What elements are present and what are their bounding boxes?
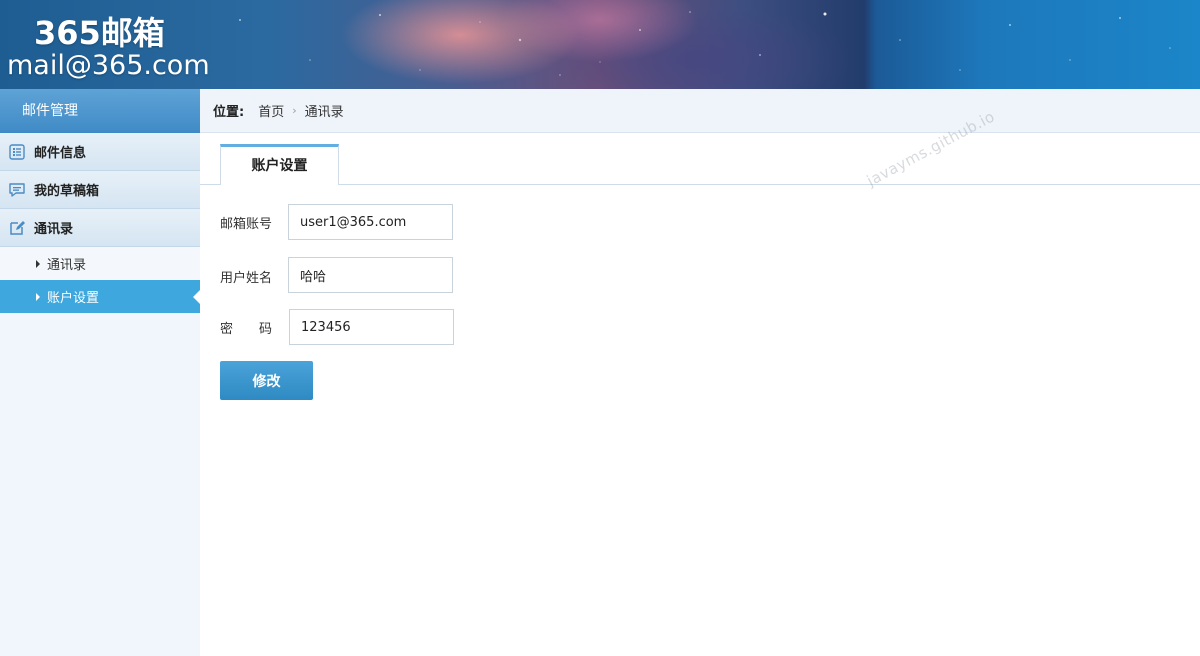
username-label: 用户姓名	[220, 271, 273, 286]
tab-divider	[200, 184, 1200, 185]
logo-title: 365邮箱	[34, 14, 165, 52]
breadcrumb-label: 位置:	[213, 105, 245, 120]
sidebar-group-contacts[interactable]: 通讯录	[0, 209, 200, 247]
sidebar-item-contacts[interactable]: 通讯录	[0, 247, 200, 280]
password-label: 密 码	[220, 322, 273, 337]
username-input[interactable]	[288, 257, 453, 293]
breadcrumb-home[interactable]: 首页	[258, 101, 284, 120]
email-account-input[interactable]	[288, 204, 453, 240]
sidebar-group-label: 我的草稿箱	[34, 184, 100, 199]
modify-button[interactable]: 修改	[220, 361, 313, 400]
sidebar-item-account-settings[interactable]: 账户设置	[0, 280, 200, 313]
sidebar-group-label: 通讯录	[34, 222, 74, 237]
email-account-label: 邮箱账号	[220, 217, 273, 232]
list-icon	[8, 143, 26, 161]
caret-right-icon	[36, 292, 40, 301]
logo-email: mail@365.com	[7, 50, 210, 81]
sidebar-group-mail-info[interactable]: 邮件信息	[0, 133, 200, 171]
sidebar-group-drafts[interactable]: 我的草稿箱	[0, 171, 200, 209]
sidebar-item-label: 通讯录	[47, 258, 87, 273]
edit-icon	[8, 219, 26, 237]
chevron-right-icon: ›	[292, 104, 297, 117]
sidebar-item-label: 账户设置	[47, 291, 100, 306]
sidebar-group-label: 邮件信息	[34, 146, 87, 161]
breadcrumb: 位置: 首页 › 通讯录	[200, 89, 1200, 133]
tab-account-settings[interactable]: 账户设置	[220, 144, 339, 185]
sidebar-title: 邮件管理	[0, 89, 200, 133]
breadcrumb-contacts[interactable]: 通讯录	[305, 101, 344, 120]
password-input[interactable]	[289, 309, 454, 345]
header-banner: 365邮箱 mail@365.com	[0, 0, 1200, 89]
chat-bubble-icon	[8, 181, 26, 199]
caret-right-icon	[36, 259, 40, 268]
sidebar: 邮件管理 邮件信息 我的草稿箱 通讯录 通讯录 账户设置	[0, 89, 200, 656]
